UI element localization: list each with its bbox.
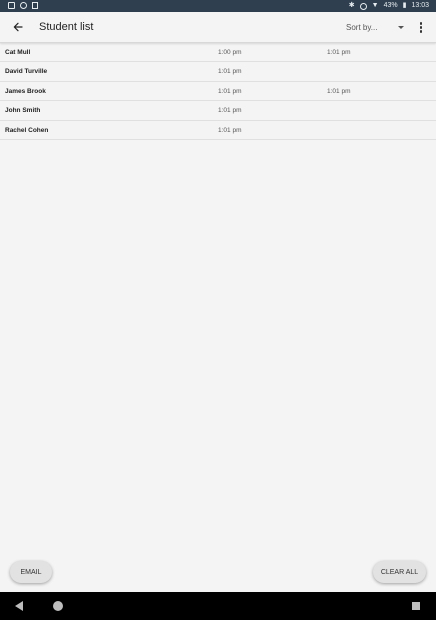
student-name: James Brook: [5, 87, 46, 95]
dropdown-arrow-icon: [398, 26, 404, 29]
battery-percent: 43%: [383, 2, 398, 9]
nav-home-icon[interactable]: [53, 601, 63, 611]
overflow-menu-button[interactable]: [416, 20, 426, 35]
first-time: 1:01 pm: [218, 107, 242, 115]
student-row[interactable]: Rachel Cohen 1:01 pm: [0, 121, 436, 140]
first-time: 1:01 pm: [218, 87, 242, 95]
back-button[interactable]: [9, 18, 27, 36]
student-row[interactable]: James Brook 1:01 pm 1:01 pm: [0, 82, 436, 102]
bluetooth-icon: ✱: [348, 2, 355, 9]
email-button[interactable]: EMAIL: [10, 561, 52, 583]
student-row[interactable]: John Smith 1:01 pm: [0, 101, 436, 121]
clock: 13:03: [411, 2, 429, 9]
second-time: 1:01 pm: [327, 87, 351, 95]
status-bar: ✱ ▼ 43% ▮ 13:03: [0, 0, 436, 12]
student-name: Cat Mull: [5, 49, 31, 56]
system-status-icons: ✱ ▼ 43% ▮ 13:03: [349, 2, 429, 10]
arrow-left-icon: [13, 22, 23, 32]
second-time: 1:01 pm: [327, 49, 351, 56]
device-notification-icon: [32, 2, 38, 9]
mail-notification-icon: [8, 2, 15, 9]
first-time: 1:01 pm: [218, 68, 242, 76]
sort-dropdown-label: Sort by...: [346, 23, 378, 32]
battery-icon: ▮: [402, 2, 407, 9]
student-list: Cat Mull 1:00 pm 1:01 pm David Turville …: [0, 43, 436, 140]
wifi-icon: ▼: [371, 2, 379, 9]
student-name: John Smith: [5, 107, 41, 115]
clear-all-button[interactable]: CLEAR ALL: [373, 561, 426, 583]
more-vert-icon: [419, 22, 423, 25]
sort-dropdown[interactable]: Sort by...: [346, 20, 406, 35]
notification-icons: [8, 2, 38, 9]
student-name: David Turville: [5, 68, 48, 76]
student-name: Rachel Cohen: [5, 126, 49, 134]
sync-notification-icon: [20, 2, 27, 9]
student-row[interactable]: Cat Mull 1:00 pm 1:01 pm: [0, 43, 436, 63]
first-time: 1:01 pm: [218, 126, 242, 134]
app-bar: Student list Sort by...: [0, 12, 436, 43]
student-row[interactable]: David Turville 1:01 pm: [0, 62, 436, 82]
system-nav-bar: [0, 592, 436, 620]
nav-back-icon[interactable]: [15, 601, 23, 611]
nav-recents-icon[interactable]: [412, 602, 420, 610]
first-time: 1:00 pm: [218, 49, 242, 56]
page-title: Student list: [39, 21, 94, 33]
do-not-disturb-icon: [359, 2, 367, 10]
